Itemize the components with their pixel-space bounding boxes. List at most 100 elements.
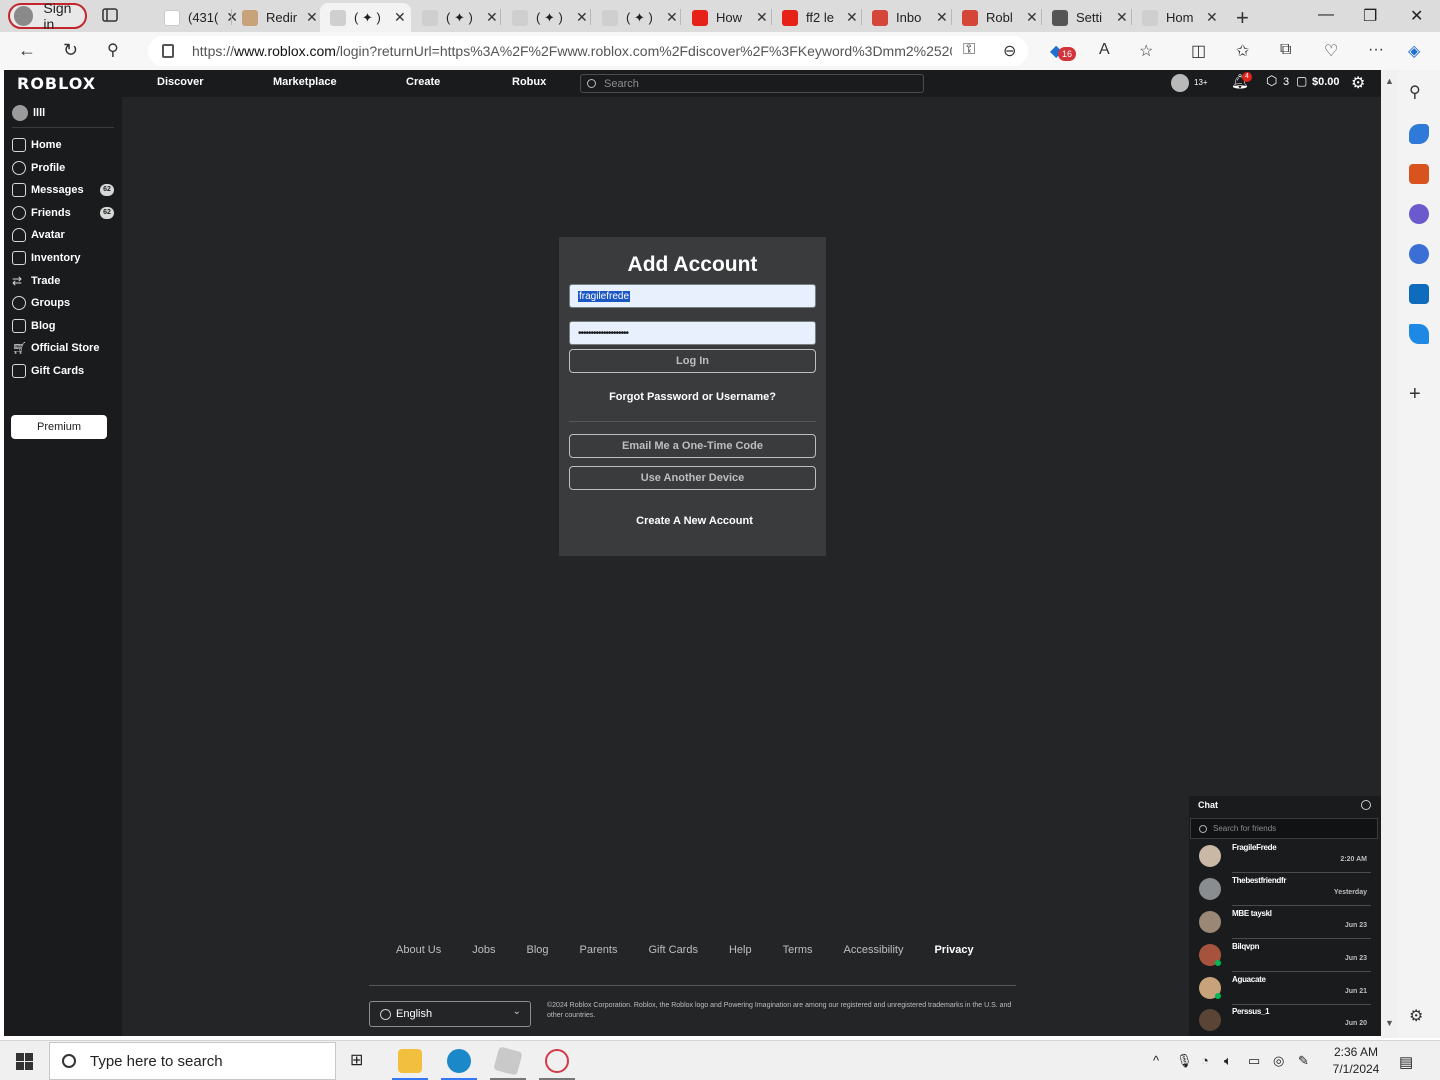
sidebar-item-inventory[interactable]: Inventory (12, 248, 116, 268)
zoom-icon[interactable]: ⊖ (1003, 41, 1016, 61)
key-icon[interactable]: ⚿ (963, 41, 975, 59)
settings-gear-icon[interactable]: ⚙ (1351, 73, 1365, 93)
footer-link-help[interactable]: Help (729, 944, 752, 956)
pen-icon[interactable]: ✎ (1298, 1053, 1309, 1069)
browser-tab-active[interactable]: ( ✦ ) ✕ (320, 3, 411, 32)
footer-link-jobs[interactable]: Jobs (472, 944, 495, 956)
copilot-icon[interactable]: ◈ (1408, 41, 1420, 61)
scroll-up-icon[interactable]: ▲ (1385, 76, 1394, 86)
drop-icon[interactable] (1409, 324, 1429, 344)
file-explorer-icon[interactable] (398, 1049, 422, 1073)
sidebar-item-groups[interactable]: Groups (12, 293, 116, 313)
user-avatar[interactable] (1171, 74, 1189, 92)
chat-settings-icon[interactable] (1361, 800, 1371, 810)
email-code-button[interactable]: Email Me a One-Time Code (569, 434, 816, 458)
tab-close-icon[interactable]: ✕ (576, 9, 588, 26)
create-account-link[interactable]: Create A New Account (561, 515, 828, 527)
language-select[interactable]: English ⌄ (369, 1001, 531, 1027)
sidebar-item-gift-cards[interactable]: Gift Cards (12, 361, 116, 381)
profile-sign-in-button[interactable]: Sign in (8, 0, 87, 32)
browser-tab[interactable]: Redir ✕ (232, 3, 318, 32)
footer-link-privacy[interactable]: Privacy (934, 944, 973, 956)
sidebar-item-messages[interactable]: Messages 62 (12, 180, 116, 200)
browser-tab[interactable]: (431(✕ (154, 3, 238, 32)
password-field[interactable]: •••••••••••••••••••• (569, 321, 816, 345)
footer-link-blog[interactable]: Blog (527, 944, 549, 956)
favorite-star-icon[interactable]: ☆ (1139, 41, 1153, 61)
forgot-password-link[interactable]: Forgot Password or Username? (559, 391, 826, 403)
edge-icon[interactable] (447, 1049, 471, 1073)
chat-conversation[interactable]: Bilqvpn Jun 23 (1197, 939, 1371, 972)
tab-close-icon[interactable]: ✕ (1026, 9, 1038, 26)
roblox-search-input[interactable]: Search (580, 74, 924, 93)
sidebar-user[interactable]: llll (12, 105, 45, 121)
tab-close-icon[interactable]: ✕ (936, 9, 948, 26)
add-sidebar-icon[interactable]: + (1409, 384, 1429, 404)
split-screen-icon[interactable]: ◫ (1191, 41, 1206, 61)
footer-link-accessibility[interactable]: Accessibility (844, 944, 904, 956)
scroll-down-icon[interactable]: ▼ (1385, 1018, 1394, 1028)
more-menu-icon[interactable]: ··· (1368, 41, 1384, 59)
browser-tab[interactable]: ( ✦ ) ✕ (412, 3, 500, 32)
browser-tab[interactable]: How ✕ (682, 3, 770, 32)
url-text[interactable]: https://www.roblox.com/login?returnUrl=h… (192, 43, 952, 59)
back-icon[interactable]: ← (18, 40, 36, 61)
battery-icon[interactable]: ▭ (1248, 1053, 1260, 1069)
tab-close-icon[interactable]: ✕ (666, 9, 678, 26)
taskbar-clock[interactable]: 2:36 AM 7/1/2024 (1326, 1044, 1386, 1078)
browser-tab[interactable]: ( ✦ ) ✕ (592, 3, 680, 32)
tab-close-icon[interactable]: ✕ (306, 9, 318, 26)
premium-button[interactable]: Premium (11, 415, 107, 439)
another-device-button[interactable]: Use Another Device (569, 466, 816, 490)
login-button[interactable]: Log In (569, 349, 816, 373)
tab-close-icon[interactable]: ✕ (1206, 9, 1218, 26)
search-icon[interactable]: ⚲ (107, 40, 119, 60)
shopping-tag-icon[interactable] (1409, 124, 1429, 144)
browser-tab[interactable]: Robl ✕ (952, 3, 1040, 32)
chat-search-input[interactable]: Search for friends (1190, 818, 1378, 839)
page-scrollbar[interactable]: ▲ ▼ (1381, 70, 1398, 1038)
microphone-icon[interactable]: 🎙︎ (1176, 1053, 1193, 1069)
sidebar-item-home[interactable]: Home (12, 135, 116, 155)
nav-discover[interactable]: Discover (157, 76, 203, 88)
chat-conversation[interactable]: FragileFrede 2:20 AM (1197, 840, 1371, 873)
favorites-icon[interactable]: ✩ (1236, 41, 1249, 61)
sidebar-item-official-store[interactable]: 🛒︎ Official Store (12, 338, 116, 358)
task-view-icon[interactable]: ⊞ (350, 1050, 363, 1070)
footer-link-gift-cards[interactable]: Gift Cards (648, 944, 698, 956)
footer-link-terms[interactable]: Terms (783, 944, 813, 956)
chat-conversation[interactable]: Aguacate Jun 21 (1197, 972, 1371, 1005)
tab-close-icon[interactable]: ✕ (394, 9, 406, 26)
sidebar-item-profile[interactable]: Profile (12, 158, 116, 178)
browser-essentials-icon[interactable]: ♡ (1324, 41, 1338, 61)
games-icon[interactable] (1409, 204, 1429, 224)
browser-tab[interactable]: Inbo ✕ (862, 3, 950, 32)
url-bar[interactable]: https://www.roblox.com/login?returnUrl=h… (148, 36, 1028, 66)
nav-create[interactable]: Create (406, 76, 440, 88)
tab-close-icon[interactable]: ✕ (756, 9, 768, 26)
taskbar-search-input[interactable]: Type here to search (49, 1042, 336, 1080)
sidebar-item-blog[interactable]: Blog (12, 316, 116, 336)
tab-close-icon[interactable]: ✕ (486, 9, 498, 26)
tab-actions-icon[interactable] (101, 6, 121, 26)
tab-close-icon[interactable]: ✕ (846, 9, 858, 26)
tab-close-icon[interactable]: ✕ (1116, 9, 1128, 26)
notification-center-icon[interactable]: ▤ (1399, 1053, 1413, 1071)
restore-icon[interactable]: ❐ (1363, 6, 1377, 26)
microsoft-365-icon[interactable] (1409, 244, 1429, 264)
browser-tab[interactable]: Hom ✕ (1132, 3, 1220, 32)
network-icon[interactable]: ◔ (1201, 1053, 1209, 1068)
sidebar-item-trade[interactable]: ⇄ Trade (12, 271, 116, 291)
outlook-icon[interactable] (1409, 284, 1429, 304)
nav-marketplace[interactable]: Marketplace (273, 76, 337, 88)
volume-icon[interactable]: 🔈︎ (1224, 1053, 1232, 1069)
tray-chevron-up-icon[interactable]: ^ (1153, 1053, 1159, 1068)
read-aloud-icon[interactable]: A (1099, 41, 1110, 59)
username-field[interactable]: fragilefrede (569, 284, 816, 308)
chat-conversation[interactable]: Thebestfriendfr Yesterday (1197, 873, 1371, 906)
browser-tab[interactable]: ff2 le ✕ (772, 3, 860, 32)
robux-icon[interactable]: ⬡ (1266, 73, 1277, 89)
sidebar-item-avatar[interactable]: Avatar (12, 225, 116, 245)
close-window-icon[interactable]: ✕ (1410, 6, 1423, 26)
browser-tab[interactable]: Setti ✕ (1042, 3, 1130, 32)
